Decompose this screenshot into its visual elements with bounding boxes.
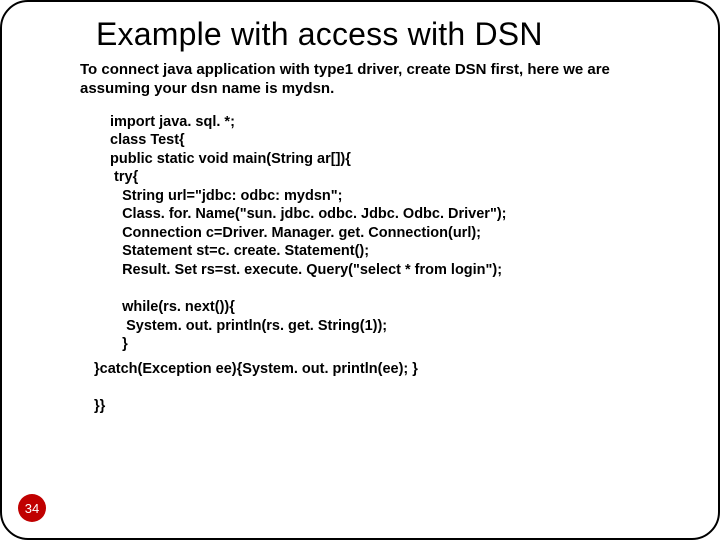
code-line: Connection c=Driver. Manager. get. Conne… <box>110 225 481 241</box>
slide-title: Example with access with DSN <box>96 16 718 53</box>
slide-frame: Example with access with DSN To connect … <box>0 0 720 540</box>
code-line: try{ <box>110 169 138 185</box>
code-line: Result. Set rs=st. execute. Query("selec… <box>110 262 502 278</box>
code-line: Statement st=c. create. Statement(); <box>110 243 369 259</box>
code-line: public static void main(String ar[]){ <box>110 151 351 167</box>
code-line: }} <box>94 398 105 414</box>
code-line: String url="jdbc: odbc: mydsn"; <box>110 188 342 204</box>
code-line: } <box>110 336 128 352</box>
code-line: Class. for. Name("sun. jdbc. odbc. Jdbc.… <box>110 206 506 222</box>
code-line: import java. sql. *; <box>110 114 235 130</box>
code-line: }catch(Exception ee){System. out. printl… <box>94 361 418 377</box>
code-line: class Test{ <box>110 132 185 148</box>
page-number-badge: 34 <box>18 494 46 522</box>
code-line: while(rs. next()){ <box>110 299 235 315</box>
page-number: 34 <box>25 501 39 516</box>
code-block-tail: }catch(Exception ee){System. out. printl… <box>94 360 678 416</box>
code-block: import java. sql. *; class Test{ public … <box>110 113 678 354</box>
code-line: System. out. println(rs. get. String(1))… <box>110 318 387 334</box>
intro-text: To connect java application with type1 d… <box>80 61 658 99</box>
